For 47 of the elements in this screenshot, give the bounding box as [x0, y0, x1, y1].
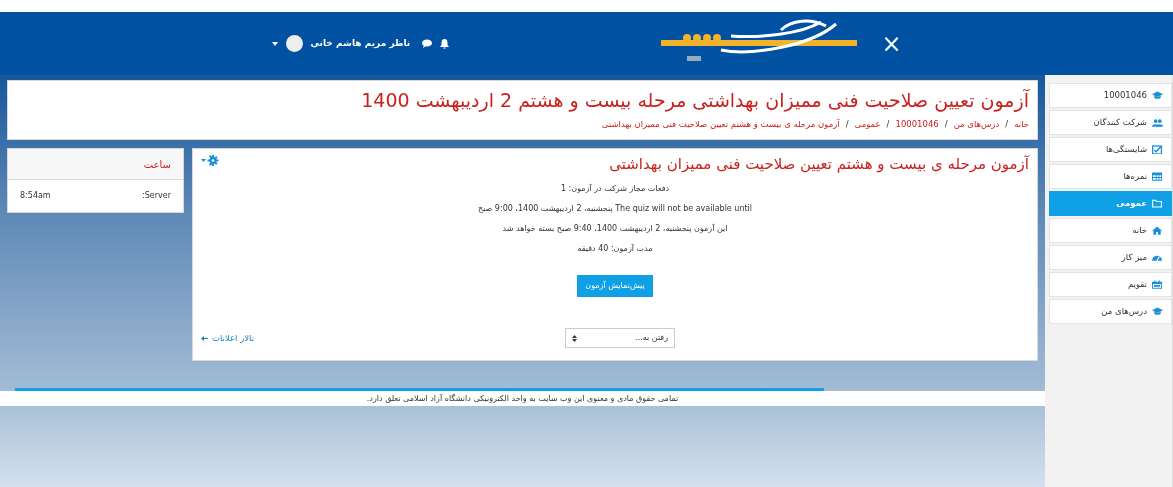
graduation-cap-icon: [1152, 91, 1163, 100]
arrow-icon: [201, 335, 208, 341]
sidebar-item[interactable]: میز کار: [1049, 245, 1172, 270]
sidebar-item[interactable]: نمره‌ها: [1049, 164, 1172, 189]
server-time: 8:54am: [20, 190, 51, 202]
calendar-icon: [1152, 280, 1163, 289]
server-label: Server:: [142, 190, 171, 202]
breadcrumb-link[interactable]: آزمون مرحله ی بیست و هشتم تعیین صلاحیت فنی ممیزان بهداشتی: [601, 117, 840, 131]
graduation-cap-icon: [1152, 307, 1163, 316]
breadcrumb-link[interactable]: عمومی: [854, 117, 881, 131]
sidebar-item[interactable]: درس‌های من: [1049, 299, 1172, 324]
checkbox-icon: [1152, 145, 1163, 154]
caret-icon[interactable]: [271, 41, 278, 46]
breadcrumb-separator: /: [1005, 117, 1009, 131]
breadcrumb-separator: /: [886, 117, 890, 131]
quiz-title: آزمون مرحله ی بیست و هشتم تعیین صلاحیت فنی ممیزان بهداشتی: [609, 155, 1029, 173]
breadcrumb-link[interactable]: خانه: [1014, 117, 1029, 131]
chat-icon[interactable]: [422, 39, 433, 48]
home-icon: [1152, 226, 1163, 235]
quiz-info-text: دفعات مجاز شرکت در آزمون: 1: [559, 183, 671, 195]
sidebar-item[interactable]: تقویم: [1049, 272, 1172, 297]
table-icon: [1152, 172, 1163, 181]
breadcrumb-link[interactable]: 10001046: [895, 117, 939, 131]
gauge-icon: [1152, 253, 1163, 262]
avatar-icon[interactable]: [285, 35, 303, 52]
quiz-info-text: مدت آزمون: 40 دقیقه: [576, 243, 654, 255]
sidebar-item[interactable]: شرکت کنندگان: [1049, 110, 1172, 135]
sidebar-item[interactable]: 10001046: [1049, 83, 1172, 108]
user-name[interactable]: ناظر مریم هاشم خانی: [310, 36, 411, 51]
forum-link[interactable]: تالار اعلانات: [201, 331, 461, 345]
close-button[interactable]: ×: [881, 31, 902, 56]
bell-icon[interactable]: [440, 38, 450, 49]
block-title: ساعت: [8, 149, 183, 180]
quiz-info-text: این آزمون پنجشنبه، 2 اردیبهشت 1400، 9:40 صبح بسته خواهد شد: [501, 223, 729, 235]
course-title: آزمون تعیین صلاحیت فنی ممیزان بهداشتی مرحله بیست و هشتم 2 اردیبهشت 1400: [360, 89, 1029, 112]
breadcrumb-link[interactable]: درس‌های من: [953, 117, 1000, 131]
jump-to-select[interactable]: رفتن به...: [565, 328, 675, 348]
users-icon: [1152, 118, 1163, 127]
sidebar-item[interactable]: شایستگی‌ها: [1049, 137, 1172, 162]
sort-arrows-icon: [572, 334, 577, 342]
breadcrumb-separator: /: [845, 117, 849, 131]
breadcrumb-separator: /: [944, 117, 948, 131]
folder-icon: [1152, 199, 1163, 208]
quiz-info-text: The quiz will not be available until پنجشنبه، 2 اردیبهشت 1400، 9:00 صبح: [476, 203, 754, 215]
footer-text: تمامی حقوق مادی و معنوی این وب سایت به واحد الکترونیکی دانشگاه آزاد اسلامی تعلق دارد.: [366, 392, 679, 405]
gear-icon[interactable]: [201, 155, 219, 166]
sidebar-item[interactable]: خانه: [1049, 218, 1172, 243]
